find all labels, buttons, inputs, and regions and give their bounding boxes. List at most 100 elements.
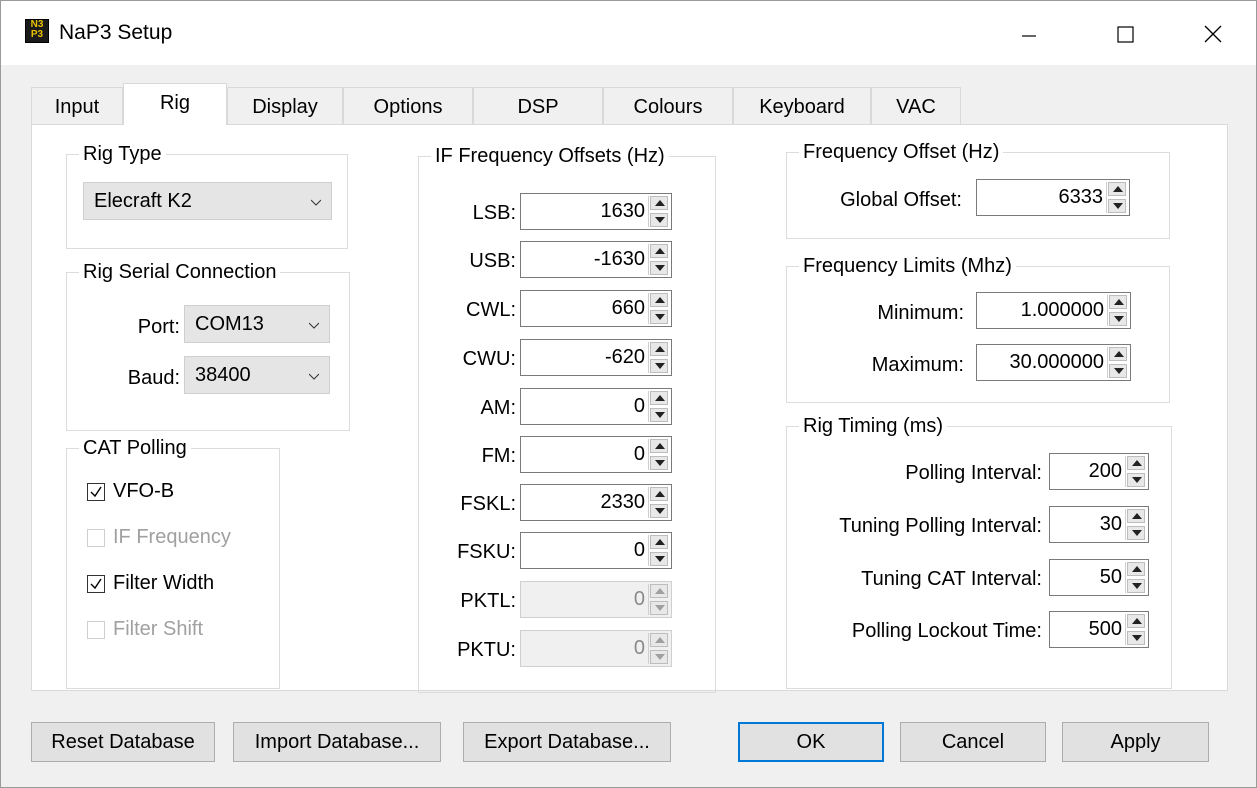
spin-up-icon[interactable]: [650, 487, 668, 501]
spin-up-icon[interactable]: [650, 391, 668, 405]
spin-up-icon[interactable]: [1109, 295, 1127, 309]
check-icon: [90, 578, 102, 590]
minimum-label: Minimum:: [877, 302, 964, 324]
polling-lockout-time-spinner[interactable]: 500: [1049, 611, 1149, 648]
rig-type-legend: Rig Type: [83, 143, 162, 165]
spin-up-icon[interactable]: [1109, 347, 1127, 361]
spin-up-icon[interactable]: [1108, 182, 1126, 196]
spin-down-icon[interactable]: [1127, 526, 1145, 540]
spin-up-icon[interactable]: [1127, 562, 1145, 576]
polling-lockout-time-value: 500: [1088, 618, 1122, 640]
spin-down-icon[interactable]: [650, 504, 668, 518]
minimize-button[interactable]: [994, 9, 1064, 53]
checkbox-box: [87, 621, 105, 639]
maximum-value: 30.000000: [1009, 351, 1104, 373]
tuning-cat-interval-spinner[interactable]: 50: [1049, 559, 1149, 596]
tab-keyboard[interactable]: Keyboard: [733, 87, 871, 124]
vfo-b-checkbox[interactable]: VFO-B: [87, 480, 247, 506]
polling-interval-label: Polling Interval:: [905, 462, 1042, 484]
fsku-spinner[interactable]: 0: [520, 532, 672, 569]
fskl-label: FSKL:: [460, 493, 516, 515]
spin-down-icon: [650, 650, 668, 664]
spin-down-icon[interactable]: [1109, 364, 1127, 378]
spinner-arrows[interactable]: [1125, 562, 1146, 593]
usb-spinner[interactable]: -1630: [520, 241, 672, 278]
cancel-button[interactable]: Cancel: [900, 722, 1046, 762]
spin-up-icon[interactable]: [650, 342, 668, 356]
spin-up-icon[interactable]: [1127, 456, 1145, 470]
spin-down-icon[interactable]: [650, 456, 668, 470]
spin-down-icon[interactable]: [1108, 199, 1126, 213]
spinner-arrows[interactable]: [648, 342, 669, 373]
baud-combo[interactable]: 38400: [184, 356, 330, 394]
reset-database-button[interactable]: Reset Database: [31, 722, 215, 762]
filter-shift-checkbox[interactable]: Filter Shift: [87, 618, 267, 644]
spin-up-icon[interactable]: [650, 293, 668, 307]
maximize-button[interactable]: [1090, 9, 1160, 53]
apply-button[interactable]: Apply: [1062, 722, 1209, 762]
cwu-spinner[interactable]: -620: [520, 339, 672, 376]
spin-down-icon[interactable]: [1127, 631, 1145, 645]
spinner-arrows[interactable]: [1107, 347, 1128, 378]
filter-width-checkbox[interactable]: Filter Width: [87, 572, 267, 598]
spin-up-icon[interactable]: [650, 244, 668, 258]
spin-down-icon[interactable]: [1109, 312, 1127, 326]
spinner-arrows[interactable]: [1107, 295, 1128, 326]
tab-colours[interactable]: Colours: [603, 87, 733, 124]
spin-up-icon[interactable]: [650, 196, 668, 210]
ok-button[interactable]: OK: [738, 722, 884, 762]
spin-down-icon[interactable]: [650, 213, 668, 227]
export-database-button[interactable]: Export Database...: [463, 722, 671, 762]
spinner-arrows[interactable]: [648, 439, 669, 470]
spin-down-icon[interactable]: [650, 408, 668, 422]
spinner-arrows[interactable]: [1125, 456, 1146, 487]
spin-up-icon[interactable]: [650, 535, 668, 549]
spin-down-icon[interactable]: [650, 261, 668, 275]
spinner-arrows[interactable]: [648, 244, 669, 275]
title-bar[interactable]: N3 P3 NaP3 Setup: [1, 1, 1256, 65]
spin-up-icon[interactable]: [1127, 614, 1145, 628]
minimum-spinner[interactable]: 1.000000: [976, 292, 1131, 329]
fm-value: 0: [633, 443, 645, 465]
cwu-label: CWU:: [462, 348, 516, 370]
tab-input[interactable]: Input: [31, 87, 123, 124]
am-spinner[interactable]: 0: [520, 388, 672, 425]
rig-type-combo[interactable]: Elecraft K2: [83, 182, 332, 220]
fskl-spinner[interactable]: 2330: [520, 484, 672, 521]
spinner-arrows[interactable]: [648, 535, 669, 566]
cwl-spinner[interactable]: 660: [520, 290, 672, 327]
fsku-label: FSKU:: [457, 541, 516, 563]
import-database-button[interactable]: Import Database...: [233, 722, 441, 762]
spinner-arrows[interactable]: [1125, 614, 1146, 645]
spinner-arrows[interactable]: [648, 487, 669, 518]
port-combo[interactable]: COM13: [184, 305, 330, 343]
spin-down-icon[interactable]: [650, 310, 668, 324]
spinner-arrows[interactable]: [648, 293, 669, 324]
tab-dsp[interactable]: DSP: [473, 87, 603, 124]
close-button[interactable]: [1178, 9, 1248, 53]
spinner-arrows[interactable]: [1125, 509, 1146, 540]
tab-display[interactable]: Display: [227, 87, 343, 124]
if-frequency-checkbox[interactable]: IF Frequency: [87, 526, 267, 552]
spinner-arrows[interactable]: [648, 391, 669, 422]
pktu-label: PKTU:: [457, 639, 516, 661]
spin-up-icon[interactable]: [650, 439, 668, 453]
port-value: COM13: [195, 313, 264, 335]
spin-down-icon[interactable]: [650, 359, 668, 373]
tab-rig[interactable]: Rig: [123, 83, 227, 125]
global-offset-spinner[interactable]: 6333: [976, 179, 1130, 216]
spin-down-icon[interactable]: [650, 552, 668, 566]
spinner-arrows[interactable]: [1106, 182, 1127, 213]
tab-vac[interactable]: VAC: [871, 87, 961, 124]
spinner-arrows[interactable]: [648, 196, 669, 227]
spin-down-icon[interactable]: [1127, 579, 1145, 593]
tuning-polling-interval-spinner[interactable]: 30: [1049, 506, 1149, 543]
lsb-spinner[interactable]: 1630: [520, 193, 672, 230]
tab-options[interactable]: Options: [343, 87, 473, 124]
spin-up-icon[interactable]: [1127, 509, 1145, 523]
baud-label: Baud:: [127, 367, 180, 389]
maximum-spinner[interactable]: 30.000000: [976, 344, 1131, 381]
polling-interval-spinner[interactable]: 200: [1049, 453, 1149, 490]
spin-down-icon[interactable]: [1127, 473, 1145, 487]
fm-spinner[interactable]: 0: [520, 436, 672, 473]
